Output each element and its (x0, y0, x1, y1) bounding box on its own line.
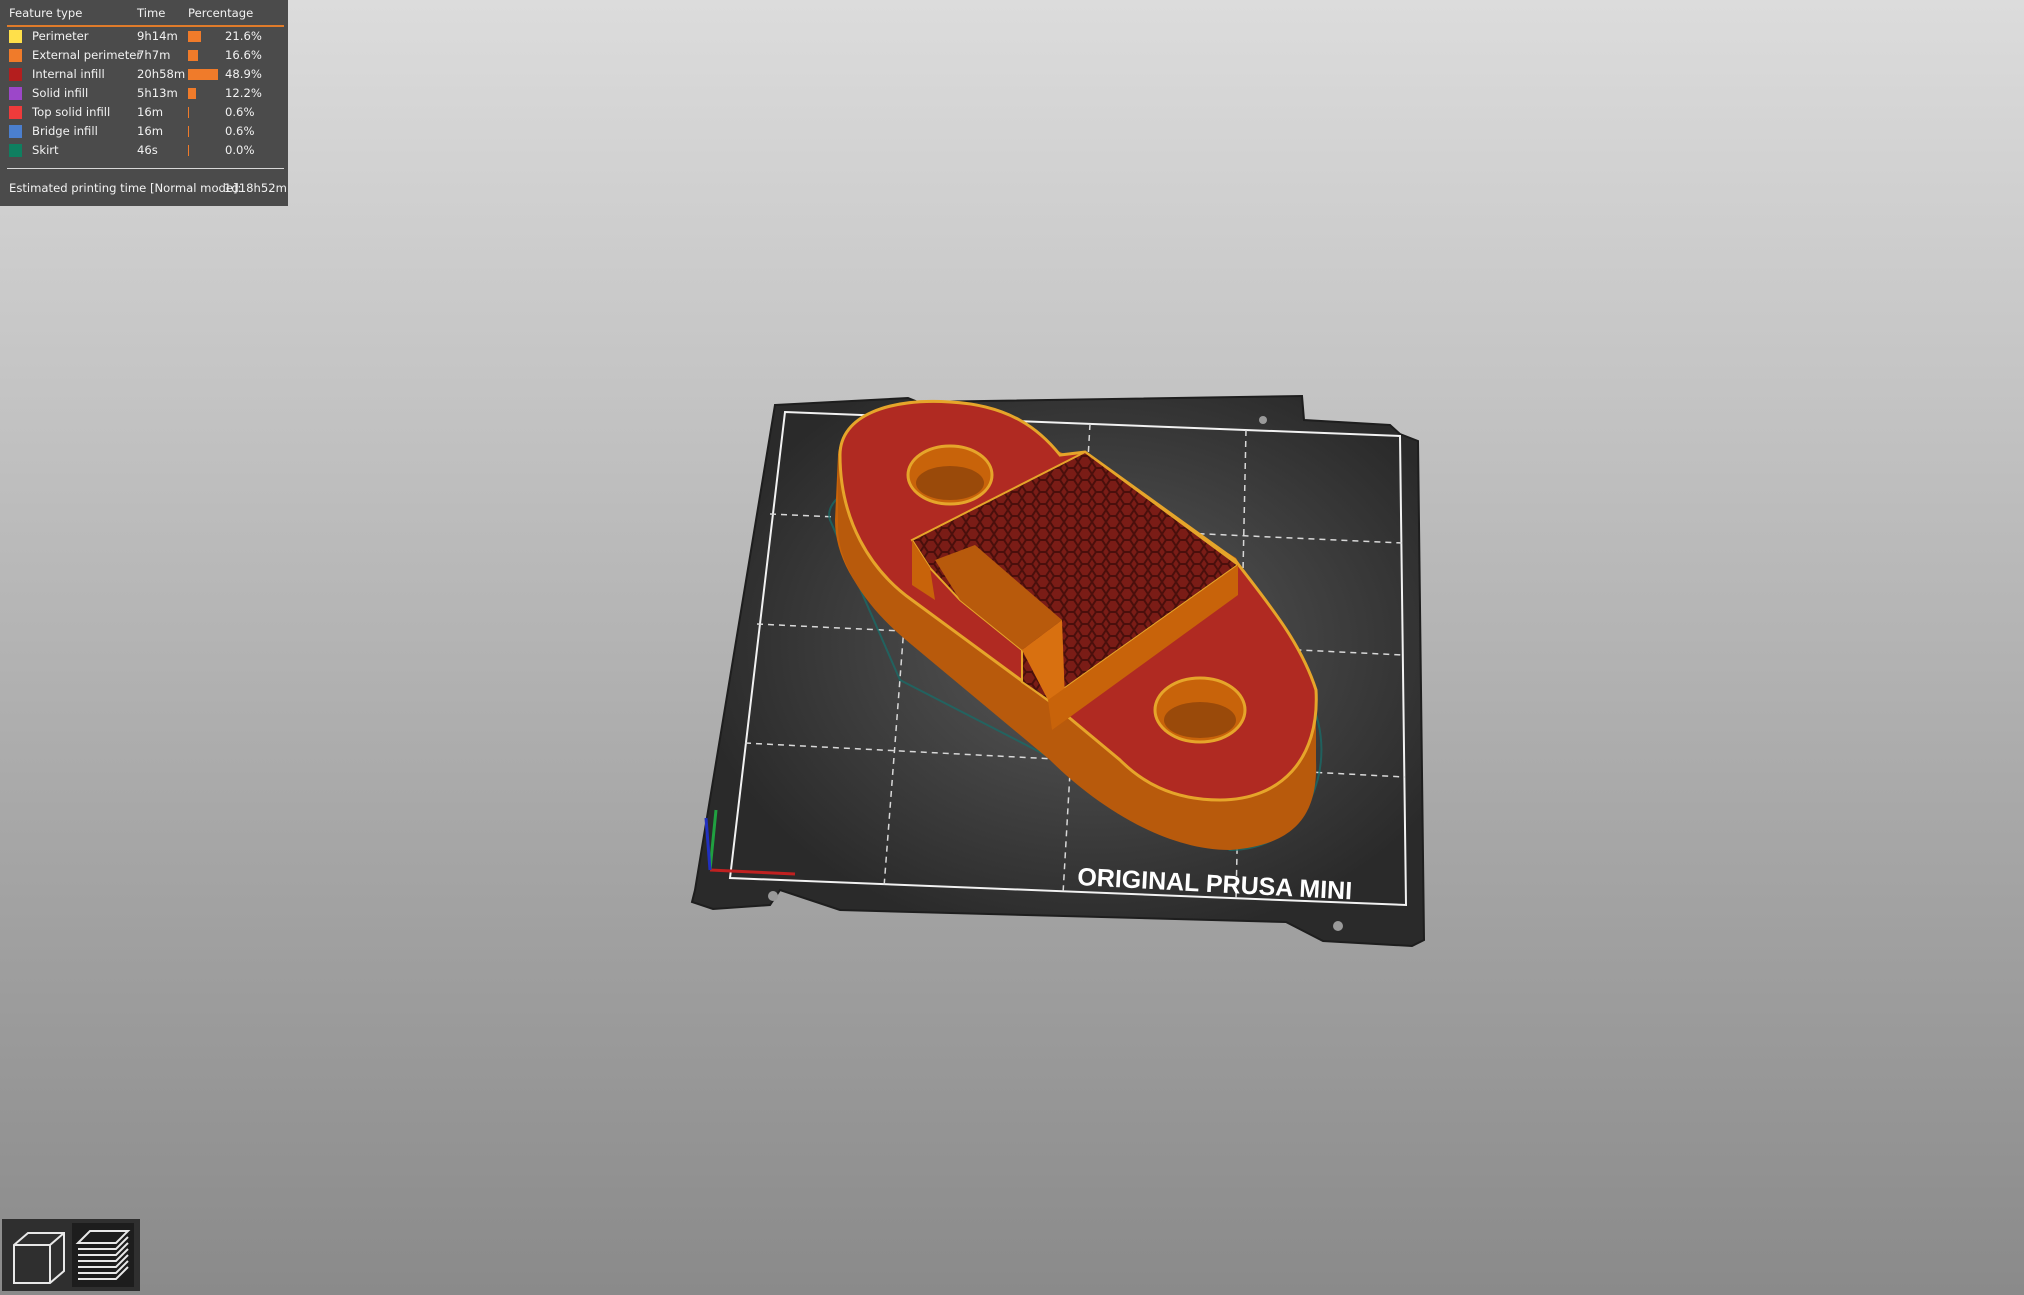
legend-row[interactable]: External perimeter 7h7m 16.6% (0, 47, 288, 66)
legend-row[interactable]: Bridge infill 16m 0.6% (0, 123, 288, 142)
feature-time: 16m (137, 124, 164, 138)
feature-percentage: 12.2% (225, 86, 262, 100)
feature-time: 20h58m (137, 67, 186, 81)
color-swatch (9, 106, 22, 119)
percentage-bar (188, 126, 189, 137)
legend-separator (7, 25, 284, 27)
feature-name: External perimeter (32, 48, 142, 62)
legend-row[interactable]: Top solid infill 16m 0.6% (0, 104, 288, 123)
header-percentage: Percentage (188, 6, 254, 20)
3d-viewport[interactable]: ORIGINAL PRUSA MINI (0, 0, 2024, 1295)
color-swatch (9, 30, 22, 43)
feature-name: Top solid infill (32, 105, 111, 119)
header-time: Time (137, 6, 166, 20)
feature-percentage: 16.6% (225, 48, 262, 62)
color-swatch (9, 125, 22, 138)
legend-divider (7, 168, 284, 169)
feature-time: 5h13m (137, 86, 178, 100)
feature-percentage: 48.9% (225, 67, 262, 81)
feature-time: 46s (137, 143, 158, 157)
preview-layers-icon (75, 1230, 131, 1280)
legend-row[interactable]: Internal infill 20h58m 48.9% (0, 66, 288, 85)
legend-row[interactable]: Solid infill 5h13m 12.2% (0, 85, 288, 104)
legend-header: Feature type Time Percentage (9, 6, 288, 24)
percentage-bar (188, 50, 198, 61)
feature-name: Solid infill (32, 86, 89, 100)
color-swatch (9, 49, 22, 62)
feature-time: 7h7m (137, 48, 171, 62)
percentage-bar (188, 107, 189, 118)
feature-name: Skirt (32, 143, 59, 157)
feature-percentage: 0.6% (225, 124, 255, 138)
color-swatch (9, 87, 22, 100)
feature-time: 16m (137, 105, 164, 119)
percentage-bar (188, 31, 201, 42)
feature-percentage: 0.6% (225, 105, 255, 119)
color-swatch (9, 144, 22, 157)
estimated-time-value: 1d18h52m (224, 181, 287, 195)
view-toggle-bar (2, 1219, 140, 1291)
estimated-time-label: Estimated printing time [Normal mode]: (9, 181, 242, 195)
scene: ORIGINAL PRUSA MINI (690, 394, 1426, 948)
feature-percentage: 0.0% (225, 143, 255, 157)
header-feature-type: Feature type (9, 6, 83, 20)
feature-percentage: 21.6% (225, 29, 262, 43)
color-swatch (9, 68, 22, 81)
3d-view-icon (13, 1232, 65, 1284)
percentage-bar (188, 145, 189, 156)
legend-row[interactable]: Perimeter 9h14m 21.6% (0, 28, 288, 47)
feature-name: Bridge infill (32, 124, 98, 138)
feature-legend: Feature type Time Percentage Perimeter 9… (0, 0, 288, 206)
percentage-bar (188, 69, 218, 80)
feature-name: Internal infill (32, 67, 105, 81)
feature-time: 9h14m (137, 29, 178, 43)
3d-view-button[interactable] (6, 1223, 68, 1287)
legend-row[interactable]: Skirt 46s 0.0% (0, 142, 288, 161)
percentage-bar (188, 88, 196, 99)
preview-button[interactable] (72, 1223, 134, 1287)
feature-name: Perimeter (32, 29, 89, 43)
